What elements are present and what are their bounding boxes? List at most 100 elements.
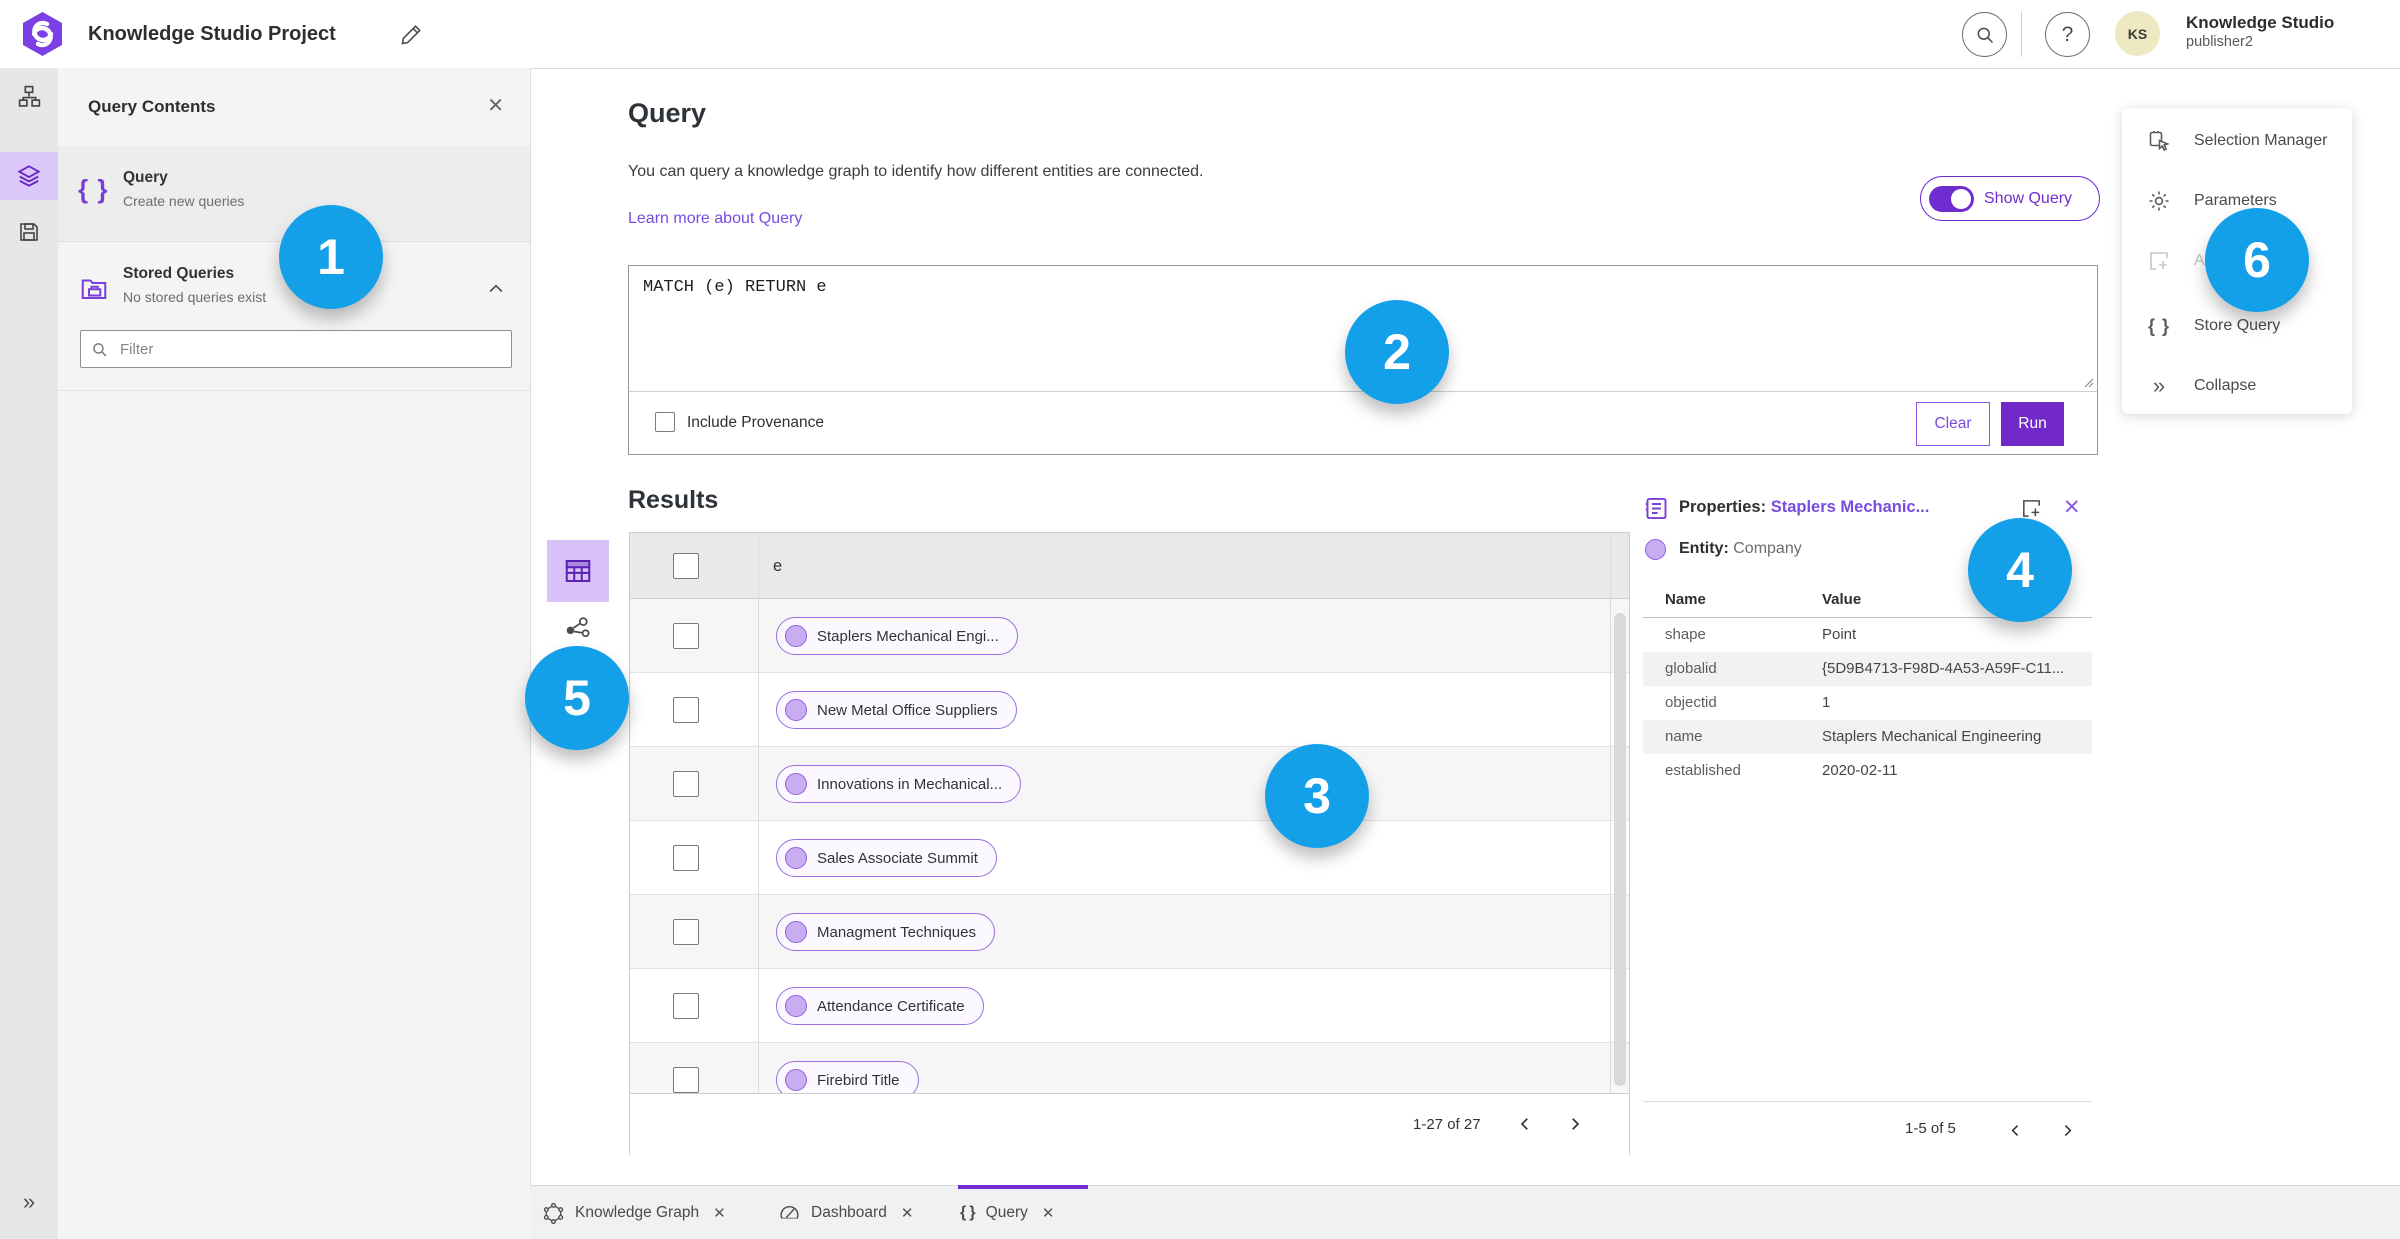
run-button[interactable]: Run — [2001, 402, 2064, 446]
vertical-scrollbar[interactable] — [1614, 613, 1626, 1086]
property-value: 2020-02-11 — [1822, 762, 1898, 779]
table-icon — [565, 560, 591, 582]
entity-dot — [785, 699, 807, 721]
close-panel-icon[interactable]: ✕ — [487, 96, 504, 116]
next-page-button[interactable] — [1560, 1109, 1590, 1139]
tab-knowledge-graph[interactable]: Knowledge Graph ✕ — [542, 1186, 726, 1239]
entity-pill[interactable]: Innovations in Mechanical... — [776, 765, 1022, 803]
property-value: Point — [1822, 626, 1857, 643]
chevron-up-icon[interactable] — [486, 279, 506, 299]
entity-pill[interactable]: Attendance Certificate — [776, 987, 984, 1025]
entity-dot — [785, 625, 807, 647]
stored-queries-filter[interactable] — [80, 330, 512, 368]
user-avatar[interactable]: KS — [2115, 11, 2160, 56]
property-row: shape Point — [1643, 618, 2092, 652]
chevron-left-icon — [2011, 1124, 2018, 1136]
tab-label: Query — [985, 1204, 1028, 1221]
property-value: {5D9B4713-F98D-4A53-A59F-C11... — [1822, 660, 2065, 677]
properties-title: Properties: Staplers Mechanic... — [1679, 498, 1930, 516]
clear-button[interactable]: Clear — [1916, 402, 1990, 446]
property-row: established 2020-02-11 — [1643, 754, 2092, 788]
close-tab-icon[interactable]: ✕ — [1042, 1204, 1055, 1222]
row-checkbox[interactable] — [673, 845, 699, 871]
add-to-map-icon[interactable] — [2020, 497, 2043, 520]
filter-input[interactable] — [118, 339, 501, 359]
editor-footer: Include Provenance Clear Run — [629, 392, 2097, 454]
data-model-tool-button[interactable] — [0, 72, 58, 120]
collapse-rail-button[interactable]: » — [0, 1178, 58, 1226]
collapse-icon: » — [2152, 373, 2166, 398]
edit-title-pencil-icon[interactable] — [400, 23, 423, 46]
tab-query[interactable]: { } Query ✕ — [960, 1186, 1054, 1239]
knowledge-studio-logo-icon — [20, 11, 65, 57]
stored-queries-folder-icon — [78, 273, 110, 303]
search-icon — [93, 342, 107, 356]
include-provenance-checkbox[interactable] — [655, 412, 675, 432]
entity-pill[interactable]: New Metal Office Suppliers — [776, 691, 1017, 729]
dashboard-icon — [778, 1202, 801, 1225]
include-provenance-label: Include Provenance — [687, 414, 825, 431]
row-checkbox[interactable] — [673, 771, 699, 797]
toggle-knob — [1951, 188, 1971, 209]
previous-page-button[interactable] — [1510, 1109, 1540, 1139]
resize-handle[interactable] — [2082, 376, 2094, 388]
page-description: You can query a knowledge graph to ident… — [628, 163, 1204, 180]
toggle-switch[interactable] — [1929, 185, 1974, 212]
row-checkbox[interactable] — [673, 993, 699, 1019]
close-tab-icon[interactable]: ✕ — [713, 1204, 726, 1222]
close-tab-icon[interactable]: ✕ — [901, 1204, 914, 1222]
knowledge-studio-app: Knowledge Studio Project ? KS Knowledge … — [0, 0, 2400, 1239]
item-sublabel: Create new queries — [123, 193, 245, 209]
properties-table-body: shape Point globalid {5D9B4713-F98D-4A53-A5… — [1643, 618, 2092, 788]
scrollbar-divider — [1610, 533, 1611, 1093]
learn-more-link[interactable]: Learn more about Query — [628, 210, 802, 228]
layers-icon — [17, 165, 41, 187]
save-icon — [20, 223, 38, 241]
row-checkbox[interactable] — [673, 697, 699, 723]
column-divider — [758, 533, 759, 1093]
user-info[interactable]: Knowledge Studio publisher2 — [2186, 12, 2334, 51]
chevron-left-icon — [1520, 1118, 1528, 1130]
table-row: New Metal Office Suppliers — [630, 673, 1629, 747]
entity-pill[interactable]: Staplers Mechanical Engi... — [776, 617, 1018, 655]
entity-label: Attendance Certificate — [817, 997, 965, 1015]
link-chart-view-button[interactable] — [558, 608, 598, 648]
tab-label: Dashboard — [811, 1204, 887, 1221]
row-checkbox[interactable] — [673, 919, 699, 945]
bottom-tab-bar: Knowledge Graph ✕ Dashboard ✕ { } Query … — [530, 1185, 2400, 1239]
close-properties-icon[interactable]: ✕ — [2063, 495, 2081, 520]
show-query-toggle[interactable]: Show Query — [1920, 176, 2100, 221]
contents-layers-button[interactable] — [0, 152, 58, 200]
table-row: Managment Techniques — [630, 895, 1629, 969]
entity-pill[interactable]: Sales Associate Summit — [776, 839, 997, 877]
table-view-button[interactable] — [547, 540, 609, 602]
table-footer: 1-27 of 27 — [630, 1093, 1629, 1155]
menu-item-collapse[interactable]: » Collapse — [2122, 363, 2352, 409]
previous-page-button[interactable] — [2000, 1115, 2030, 1145]
tab-dashboard[interactable]: Dashboard ✕ — [778, 1186, 913, 1239]
entity-pill[interactable]: Firebird Title — [776, 1061, 919, 1093]
search-button[interactable] — [1962, 12, 2007, 57]
save-button[interactable] — [0, 208, 58, 256]
entity-label: Managment Techniques — [817, 923, 976, 941]
knowledge-graph-icon — [542, 1202, 565, 1225]
item-sublabel: No stored queries exist — [123, 289, 267, 305]
property-value: 1 — [1822, 694, 1831, 711]
table-row: Firebird Title — [630, 1043, 1629, 1093]
row-checkbox[interactable] — [673, 623, 699, 649]
property-row: objectid 1 — [1643, 686, 2092, 720]
properties-entity-link[interactable]: Staplers Mechanic... — [1771, 498, 1930, 516]
select-all-checkbox[interactable] — [673, 553, 699, 579]
chevron-right-icon — [1572, 1118, 1580, 1130]
menu-item-store-query[interactable]: { } Store Query — [2122, 303, 2352, 349]
row-checkbox[interactable] — [673, 1067, 699, 1093]
entity-pill[interactable]: Managment Techniques — [776, 913, 995, 951]
help-button[interactable]: ? — [2045, 12, 2090, 57]
data-model-icon — [18, 85, 40, 107]
next-page-button[interactable] — [2052, 1115, 2082, 1145]
query-text: MATCH (e) RETURN e — [643, 278, 827, 297]
menu-item-selection-manager[interactable]: Selection Manager — [2122, 118, 2352, 164]
property-name: globalid — [1665, 660, 1717, 677]
gear-icon — [2146, 188, 2172, 214]
results-title: Results — [628, 486, 719, 514]
